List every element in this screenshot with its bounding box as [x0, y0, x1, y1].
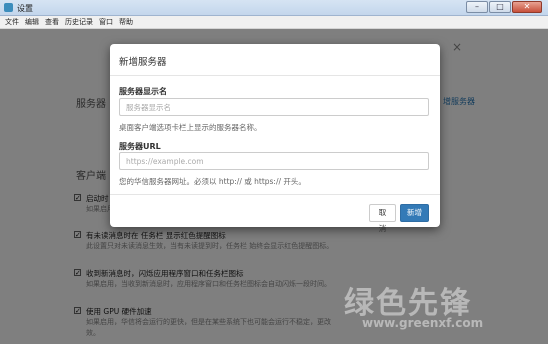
cancel-button[interactable]: 取消	[369, 204, 396, 233]
menu-edit[interactable]: 编辑	[25, 16, 39, 28]
server-url-input[interactable]	[119, 152, 429, 170]
maximize-button[interactable]: □	[489, 1, 511, 13]
server-name-help: 桌面客户端选项卡栏上显示的服务器名称。	[119, 123, 262, 132]
menu-bar: 文件 编辑 查看 历史记录 窗口 帮助	[0, 16, 548, 29]
minimize-button[interactable]: –	[466, 1, 488, 13]
title-bar: 设置 – □ ✕	[0, 0, 548, 16]
add-button[interactable]: 新增	[400, 204, 429, 222]
menu-history[interactable]: 历史记录	[65, 16, 93, 28]
menu-view[interactable]: 查看	[45, 16, 59, 28]
watermark-url: www.greenxf.com	[362, 316, 484, 330]
menu-window[interactable]: 窗口	[99, 16, 113, 28]
close-button[interactable]: ✕	[512, 1, 542, 13]
watermark-logo: 绿色先锋 www.greenxf.com	[330, 278, 542, 340]
server-name-label: 服务器显示名	[119, 87, 167, 96]
window-title: 设置	[17, 4, 33, 13]
server-url-label: 服务器URL	[119, 142, 161, 151]
add-server-dialog: 新增服务器 服务器显示名 桌面客户端选项卡栏上显示的服务器名称。 服务器URL …	[110, 44, 440, 233]
server-name-input[interactable]	[119, 98, 429, 116]
menu-file[interactable]: 文件	[5, 16, 19, 28]
menu-help[interactable]: 帮助	[119, 16, 133, 28]
server-url-help: 您的华信服务器网址。必须以 http:// 或 https:// 开头。	[119, 177, 306, 186]
dialog-header: 新增服务器	[110, 44, 440, 76]
dialog-title: 新增服务器	[119, 57, 167, 68]
dialog-footer: 取消 新增	[110, 194, 440, 233]
window-controls: – □ ✕	[466, 1, 542, 13]
app-icon	[4, 3, 13, 12]
